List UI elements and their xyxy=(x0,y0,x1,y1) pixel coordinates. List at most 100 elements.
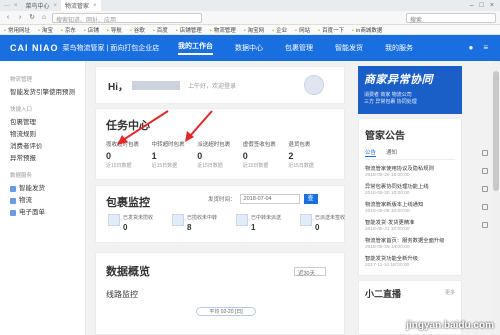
close-icon[interactable]: × xyxy=(54,3,58,9)
nav-data-center[interactable]: 数据中心 xyxy=(235,43,263,53)
bookmark[interactable]: 物流管理 xyxy=(210,26,236,34)
tool-icon[interactable] xyxy=(482,222,488,228)
sidebar-item[interactable]: 智能发货引擎使用预测 xyxy=(10,87,85,99)
nav-package-mgmt[interactable]: 包裹管理 xyxy=(285,43,313,53)
forward-icon[interactable]: › xyxy=(16,14,24,22)
sidebar-item[interactable]: 消费者评价 xyxy=(10,141,85,153)
main-nav: 我的工作台 数据中心 包裹管理 智能发货 我的服务 xyxy=(178,35,413,61)
task-value: 2 xyxy=(288,151,294,161)
tool-icon[interactable] xyxy=(482,204,488,210)
nav-my-service[interactable]: 我的服务 xyxy=(385,43,413,53)
sidebar-item[interactable]: 异常预报 xyxy=(10,153,85,165)
close-window-icon[interactable]: × xyxy=(490,2,494,9)
sidebar-item[interactable]: 包裹管理 xyxy=(10,117,85,129)
package-stat[interactable]: 已派送未签收 0 xyxy=(300,214,354,232)
sidebar-section-title: 数据服务 xyxy=(10,173,33,179)
notice-item[interactable]: 异常包裹协同处理功能上线 2018-06-20 10:00:00 xyxy=(365,182,455,196)
notice-item[interactable]: 智能发货·发货更精准 2018-05-31 10:00:00 xyxy=(365,218,455,232)
scrollbar-thumb[interactable] xyxy=(493,71,499,191)
greeting-card: Hi， 上午好，欢迎登录 xyxy=(95,66,345,104)
bookmark[interactable]: 百度 xyxy=(153,26,168,34)
task-item[interactable]: 虚假签收包裹 0 近15日数据 xyxy=(243,140,289,169)
notice-item-date: 2018-05-31 10:00:00 xyxy=(365,227,410,232)
task-item[interactable]: 退货包裹 2 近15日数据 xyxy=(288,140,334,169)
package-value: 0 xyxy=(315,223,320,232)
ship-date-input[interactable]: 2018-07-04 xyxy=(239,194,300,204)
home-icon[interactable]: ⌂ xyxy=(40,14,48,22)
browser-search-input[interactable]: 搜索 xyxy=(406,12,496,24)
tool-icon[interactable] xyxy=(482,186,488,192)
minimize-icon[interactable]: – xyxy=(470,2,474,9)
bookmark[interactable]: 导航 xyxy=(107,26,122,34)
sidebar-item-label: 异常预报 xyxy=(10,155,36,162)
package-stat[interactable]: 已揽收未中转 8 xyxy=(172,214,226,232)
user-icon[interactable]: ● xyxy=(468,43,473,52)
sidebar-item[interactable]: 物流 xyxy=(10,195,85,207)
package-stat[interactable]: 已中转未派送 1 xyxy=(236,214,290,232)
sidebar-item-label: 物流规则 xyxy=(10,131,36,138)
package-stat[interactable]: 已发货未揽收 0 xyxy=(108,214,162,232)
maximize-icon[interactable]: □ xyxy=(480,2,484,9)
browser-tab-active[interactable]: 物流管家 × xyxy=(61,0,101,11)
notice-item[interactable]: 物流管家首页：服务数据全面升级 2018-05-29 14:00:00 xyxy=(365,236,455,250)
tool-icon[interactable] xyxy=(482,150,488,156)
task-value: 1 xyxy=(151,151,157,161)
tab-notification[interactable]: 通知 xyxy=(386,148,397,157)
header-icons: ● ≡ xyxy=(468,43,488,52)
sidebar-item[interactable]: 物流规则 xyxy=(10,129,85,141)
package-label: 已发货未揽收 xyxy=(123,215,154,221)
refresh-icon[interactable]: ↻ xyxy=(28,14,36,22)
sidebar-item-label: 物流 xyxy=(19,197,32,204)
package-label: 已派送未签收 xyxy=(315,215,346,221)
avatar[interactable] xyxy=(304,75,324,95)
query-button[interactable]: 查 xyxy=(303,194,318,204)
bookmark[interactable]: 店铺管理 xyxy=(176,26,202,34)
page-scrollbar[interactable] xyxy=(492,61,500,335)
menu-icon[interactable]: ≡ xyxy=(483,43,488,52)
sidebar-item[interactable]: 电子面单 xyxy=(10,207,85,219)
sidebar-section-title: 物流管理 xyxy=(10,77,33,83)
date-pill[interactable]: 平均 02-20 [日] xyxy=(196,307,256,316)
back-icon[interactable]: ‹ xyxy=(4,14,12,22)
close-icon[interactable]: × xyxy=(93,3,97,9)
app-header: CAI NIAO 菜鸟物流管家 | 面向打包企业店 我的工作台 数据中心 包裹管… xyxy=(0,35,500,61)
task-item[interactable]: 揽收超时包裹 0 近15日数据 xyxy=(106,140,152,169)
sidebar-item[interactable]: 智能发货 xyxy=(10,183,85,195)
task-item[interactable]: 派送超时包裹 0 近15日数据 xyxy=(197,140,243,169)
nav-workbench[interactable]: 我的工作台 xyxy=(178,41,213,55)
tool-icon[interactable] xyxy=(482,168,488,174)
route-monitor-title: 线路监控 xyxy=(106,290,138,299)
address-bar: ‹ › ↻ ⌂ 搜索知道、网址、应用 搜索 xyxy=(0,11,500,25)
cainiao-logo[interactable]: CAI NIAO xyxy=(10,44,59,53)
bookmark[interactable]: 谷歌 xyxy=(130,26,145,34)
banner-line: 三方 异常包裹 协同处理 xyxy=(364,99,417,105)
package-icon xyxy=(236,214,248,226)
close-icon[interactable]: × xyxy=(14,3,18,9)
period-select[interactable]: 近30天 xyxy=(294,267,326,277)
url-input[interactable]: 搜索知道、网址、应用 xyxy=(52,12,202,23)
bookmark[interactable]: 常用网址 xyxy=(4,26,30,34)
bookmark[interactable]: in商城数据 xyxy=(352,26,382,34)
package-monitor-card: 包裹监控 发货时间： 2018-07-04 查 已发货未揽收 0 已揽收未中转 8 … xyxy=(95,185,345,243)
bookmark[interactable]: 京东 xyxy=(61,26,76,34)
browser-tab[interactable]: 菜鸟中心 × xyxy=(22,0,62,11)
nav-smart-shipping[interactable]: 智能发货 xyxy=(335,43,363,53)
notice-item[interactable]: 智能发货功能全新升级 2017-11-10 18:00:00 xyxy=(365,254,455,268)
bookmark[interactable]: 企业 xyxy=(272,26,287,34)
browser-tabbar: ··· × 菜鸟中心 × 物流管家 × – □ × xyxy=(0,0,500,11)
bookmark[interactable]: 百度一下 xyxy=(318,26,344,34)
bookmark[interactable]: 淘宝网 xyxy=(244,26,265,34)
promo-banner[interactable]: 商家异常协同 消费者 商家 物流公司 三方 异常包裹 协同处理 xyxy=(358,66,462,114)
tab-announcement[interactable]: 公告 xyxy=(365,148,377,157)
task-sub: 近15日数据 xyxy=(151,163,178,169)
bookmark[interactable]: 网站 xyxy=(295,26,310,34)
live-more-link[interactable]: 更多 xyxy=(445,289,455,296)
task-item[interactable]: 中转超时包裹 1 近15日数据 xyxy=(152,140,198,169)
notice-item[interactable]: 物流管家使用协议及隐私规则 2018-06-29 16:00:00 xyxy=(365,164,455,178)
notice-item[interactable]: 物流管家新版本上线通知 2018-06-08 10:00:00 xyxy=(365,200,455,214)
bookmark[interactable]: 店铺 xyxy=(84,26,99,34)
sidebar-item-label: 智能发货 xyxy=(19,185,45,192)
logistics-icon xyxy=(10,198,16,204)
bookmark[interactable]: 淘宝 xyxy=(38,26,53,34)
browser-tab[interactable]: ··· × xyxy=(0,0,22,11)
